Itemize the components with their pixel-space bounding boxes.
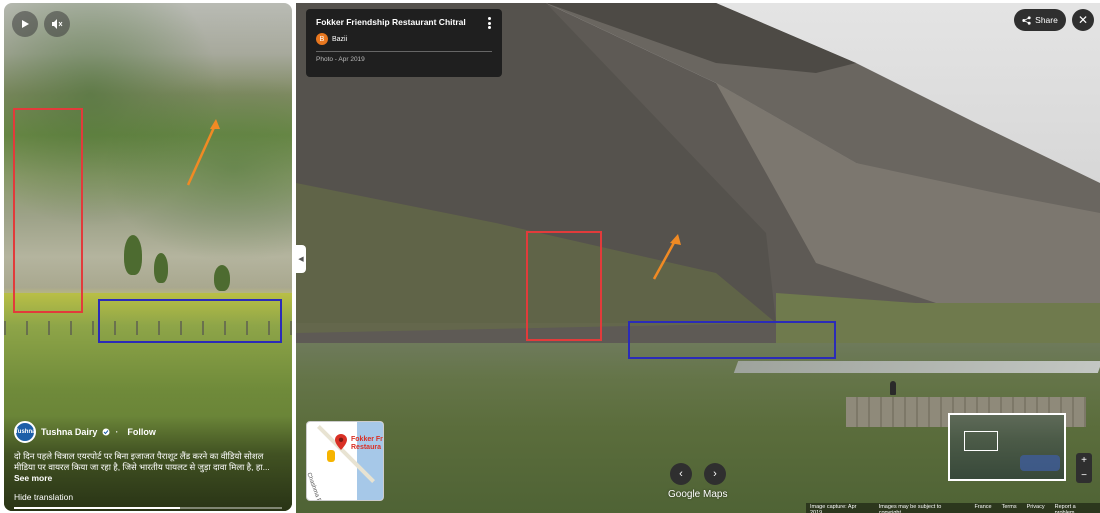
next-button[interactable]: ›: [704, 463, 726, 485]
divider: [316, 51, 492, 52]
screen: Tushna Tushna Dairy · Follow दो दिन पहले…: [0, 0, 1100, 513]
road-label: Chashma Rd: [306, 472, 323, 501]
tree: [154, 253, 168, 283]
location-pin-icon: [335, 434, 347, 450]
chevron-left-icon: ◀: [298, 256, 304, 263]
view-indicator: [964, 431, 998, 451]
close-icon: ✕: [1077, 13, 1089, 27]
runway: [733, 361, 1100, 373]
red-highlight-box: [13, 108, 83, 313]
speaker-muted-icon: [52, 19, 63, 29]
photo-date: Photo - Apr 2019: [316, 56, 365, 63]
post-caption: दो दिन पहले चित्राल एयरपोर्ट पर बिना इजा…: [14, 451, 270, 472]
zoom-in-button[interactable]: +: [1081, 455, 1087, 466]
footer-terms[interactable]: Terms: [1002, 504, 1017, 513]
share-label: Share: [1035, 15, 1058, 25]
zoom-control[interactable]: + −: [1076, 453, 1092, 483]
blue-highlight-box: [98, 299, 282, 343]
red-highlight-box: [526, 231, 602, 341]
play-icon: [22, 20, 29, 28]
person-figure: [890, 381, 896, 395]
play-button[interactable]: [12, 11, 38, 37]
street-view-overview[interactable]: [948, 413, 1066, 481]
hide-translation-link[interactable]: Hide translation: [14, 492, 73, 502]
author-row: Tushna Tushna Dairy · Follow: [14, 421, 156, 443]
river: [357, 422, 383, 500]
pegman-icon[interactable]: [327, 450, 335, 462]
separator-dot: ·: [115, 427, 119, 437]
video-progress-bar[interactable]: [14, 507, 282, 509]
contributor-name[interactable]: Bazii: [332, 36, 347, 43]
video-progress-fill: [14, 507, 181, 509]
orange-arrow: [652, 234, 681, 280]
footer-report[interactable]: Report a problem: [1055, 504, 1096, 513]
tree: [214, 265, 230, 291]
collapse-panel-button[interactable]: ◀: [296, 245, 306, 273]
blue-highlight-box: [628, 321, 836, 359]
mini-map[interactable]: Fokker Fr Restaura Chashma Rd: [306, 421, 384, 501]
place-info-card[interactable]: Fokker Friendship Restaurant Chitral B B…: [306, 9, 502, 77]
share-icon: [1022, 15, 1031, 25]
mute-button[interactable]: [44, 11, 70, 37]
contributor-row[interactable]: B Bazii: [316, 33, 492, 45]
place-title[interactable]: Fokker Friendship Restaurant Chitral: [316, 17, 492, 27]
close-button[interactable]: ✕: [1072, 9, 1094, 31]
google-maps-logo: Google Maps: [668, 489, 728, 500]
avatar[interactable]: Tushna: [14, 421, 36, 443]
more-options-icon[interactable]: [488, 17, 492, 29]
previous-button[interactable]: ‹: [670, 463, 692, 485]
tree: [124, 235, 142, 275]
orange-arrow: [186, 119, 220, 186]
footer-capture: Image capture: Apr 2019: [810, 504, 857, 513]
footer-region[interactable]: France: [974, 504, 991, 513]
mini-map-place-label: Fokker Fr Restaura: [351, 436, 383, 451]
share-button[interactable]: Share: [1014, 9, 1066, 31]
follow-button[interactable]: Follow: [127, 427, 156, 437]
author-name[interactable]: Tushna Dairy: [41, 427, 97, 437]
attribution-footer: Image capture: Apr 2019 Images may be su…: [806, 503, 1100, 513]
zoom-out-button[interactable]: −: [1081, 470, 1087, 481]
street-view-panel[interactable]: Fokker Friendship Restaurant Chitral B B…: [296, 3, 1100, 513]
contributor-avatar: B: [316, 33, 328, 45]
chevron-right-icon: ›: [713, 468, 717, 480]
overview-structure: [1020, 455, 1060, 471]
social-video-panel[interactable]: Tushna Tushna Dairy · Follow दो दिन पहले…: [4, 3, 292, 511]
chevron-left-icon: ‹: [679, 468, 683, 480]
see-more-link[interactable]: See more: [14, 473, 52, 483]
verified-icon: [102, 428, 110, 436]
footer-privacy[interactable]: Privacy: [1027, 504, 1045, 513]
footer-copyright: Images may be subject to copyright.: [878, 504, 942, 513]
